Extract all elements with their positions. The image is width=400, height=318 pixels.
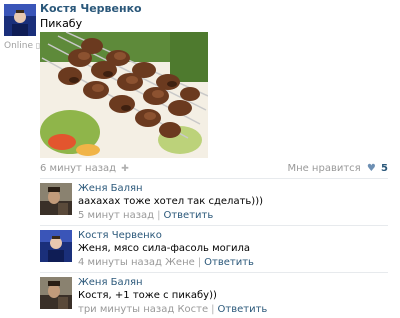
comment-author-avatar[interactable] (40, 230, 72, 262)
comment-time[interactable]: 5 минут назад (78, 210, 154, 221)
post-timestamp[interactable]: 6 минут назад ✚ (40, 163, 129, 174)
comment-divider (40, 225, 388, 226)
comment-meta: три минуты назад Косте | Ответить (78, 304, 268, 315)
post-author-name[interactable]: Костя Червенко (40, 2, 142, 15)
comment-author-name[interactable]: Женя Балян (78, 183, 143, 194)
comments-divider (40, 178, 388, 179)
post-author-avatar[interactable] (4, 4, 36, 36)
reply-link[interactable]: Ответить (163, 210, 213, 221)
reply-link[interactable]: Ответить (204, 257, 254, 268)
comment-text: аахахах тоже хотел так сделать))) (78, 196, 263, 207)
comment-time[interactable]: три минуты назад Косте (78, 304, 208, 315)
comment-item: Женя Балян аахахах тоже хотел так сделат… (40, 183, 388, 229)
like-button[interactable]: Мне нравится ♥ 5 (287, 163, 388, 174)
comment-meta: 5 минут назад | Ответить (78, 210, 214, 221)
comment-text: Женя, мясо сила-фасоль могила (78, 243, 251, 254)
comment-meta: 4 минуты назад Жене | Ответить (78, 257, 254, 268)
post-text: Пикабу (40, 17, 83, 30)
post-photo[interactable] (40, 32, 208, 158)
comment-author-name[interactable]: Костя Червенко (78, 230, 162, 241)
comment-item: Женя Балян Костя, +1 тоже с пикабу)) три… (40, 277, 388, 318)
online-status: Online ▯ (4, 41, 41, 51)
comment-text: Костя, +1 тоже с пикабу)) (78, 290, 217, 301)
heart-icon[interactable]: ♥ (367, 163, 376, 174)
like-label[interactable]: Мне нравится (287, 163, 360, 174)
comment-item: Костя Червенко Женя, мясо сила-фасоль мо… (40, 230, 388, 276)
comment-time[interactable]: 4 минуты назад Жене (78, 257, 195, 268)
like-count[interactable]: 5 (381, 163, 388, 174)
comment-divider (40, 272, 388, 273)
comment-author-avatar[interactable] (40, 277, 72, 309)
reply-link[interactable]: Ответить (218, 304, 268, 315)
share-icon[interactable]: ✚ (121, 164, 129, 174)
comment-author-name[interactable]: Женя Балян (78, 277, 143, 288)
comment-author-avatar[interactable] (40, 183, 72, 215)
